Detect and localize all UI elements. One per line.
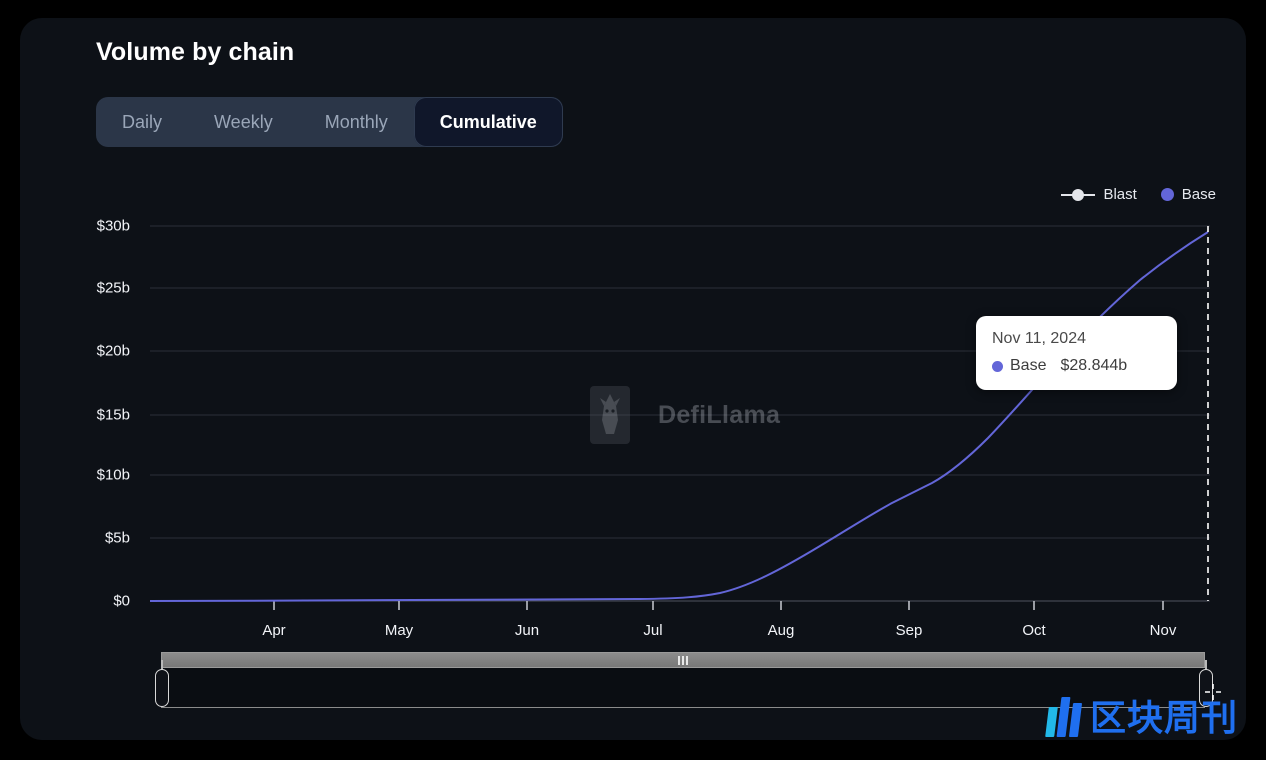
x-tick-nov: Nov bbox=[1150, 622, 1177, 639]
tooltip-series-name: Base bbox=[1010, 357, 1046, 375]
x-axis-ticks bbox=[274, 601, 1163, 610]
brand-watermark: 区块周刊 bbox=[1047, 691, 1238, 737]
range-slider-grip-icon[interactable] bbox=[678, 656, 688, 665]
y-tick-20b: $20b bbox=[76, 343, 130, 360]
x-tick-oct: Oct bbox=[1022, 622, 1045, 639]
screenshot-root: Volume by chain Daily Weekly Monthly Cum… bbox=[0, 0, 1266, 760]
y-tick-15b: $15b bbox=[76, 407, 130, 424]
x-tick-jul: Jul bbox=[643, 622, 662, 639]
chart-tooltip: Nov 11, 2024 Base $28.844b bbox=[976, 316, 1177, 390]
y-tick-5b: $5b bbox=[76, 530, 130, 547]
range-slider-bar[interactable] bbox=[161, 652, 1205, 668]
range-slider-handle-left[interactable] bbox=[155, 669, 169, 707]
y-tick-10b: $10b bbox=[76, 467, 130, 484]
x-tick-apr: Apr bbox=[262, 622, 285, 639]
tooltip-series-value: $28.844b bbox=[1060, 357, 1127, 375]
tooltip-row: Base $28.844b bbox=[992, 357, 1161, 375]
y-tick-25b: $25b bbox=[76, 280, 130, 297]
chart-area: Blast Base bbox=[20, 18, 1246, 740]
x-tick-aug: Aug bbox=[768, 622, 795, 639]
tooltip-date: Nov 11, 2024 bbox=[992, 330, 1161, 348]
x-tick-sep: Sep bbox=[896, 622, 923, 639]
x-tick-may: May bbox=[385, 622, 413, 639]
brand-text: 区块周刊 bbox=[1090, 699, 1238, 737]
volume-by-chain-card: Volume by chain Daily Weekly Monthly Cum… bbox=[20, 18, 1246, 740]
x-tick-jun: Jun bbox=[515, 622, 539, 639]
y-tick-30b: $30b bbox=[76, 218, 130, 235]
y-tick-0: $0 bbox=[76, 593, 130, 610]
brand-bars-icon bbox=[1047, 697, 1080, 737]
series-line-base bbox=[150, 232, 1208, 601]
tooltip-series-dot-icon bbox=[992, 361, 1003, 372]
